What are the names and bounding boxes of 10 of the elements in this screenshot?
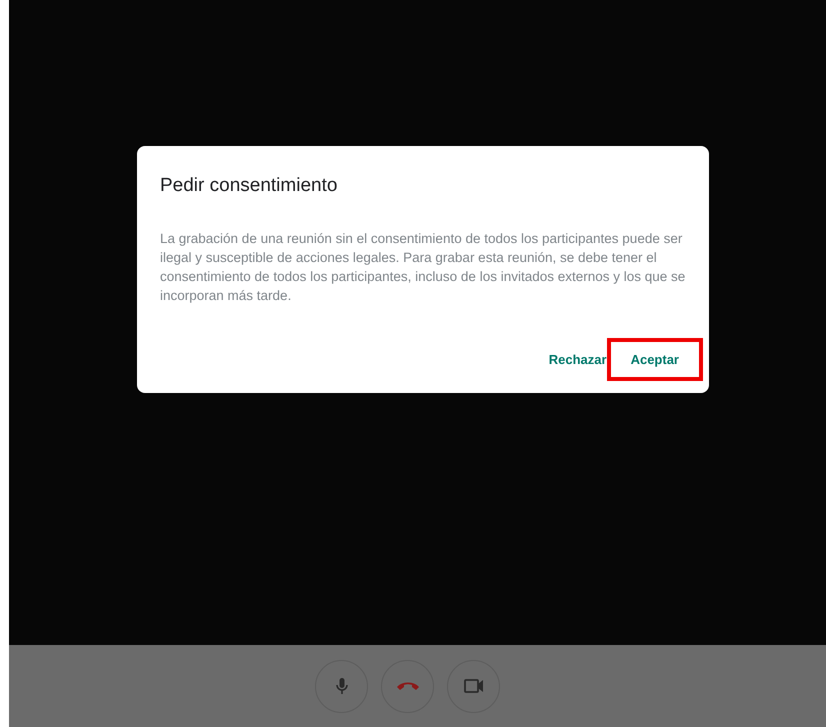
video-camera-icon [464, 679, 484, 693]
microphone-icon [336, 677, 348, 695]
dialog-button[interactable]: Aceptar [606, 338, 703, 381]
call-control-button[interactable] [381, 660, 434, 712]
dialog-title: Pedir consentimiento [160, 174, 338, 198]
call-control-button[interactable] [315, 660, 368, 712]
dialog-button[interactable]: Rechazar [548, 342, 607, 377]
call-control-button[interactable] [447, 660, 500, 712]
hang-up-icon [396, 681, 420, 691]
dialog-message: La grabación de una reunión sin el consentimiento de todos los participantes puede ser ilegal y susceptible de acciones legales. Para grabar esta reunión, se debe tener el consentimiento de todos los participantes, incluso de los invitados externos y los que se incorporan más tarde. [160, 230, 686, 304]
